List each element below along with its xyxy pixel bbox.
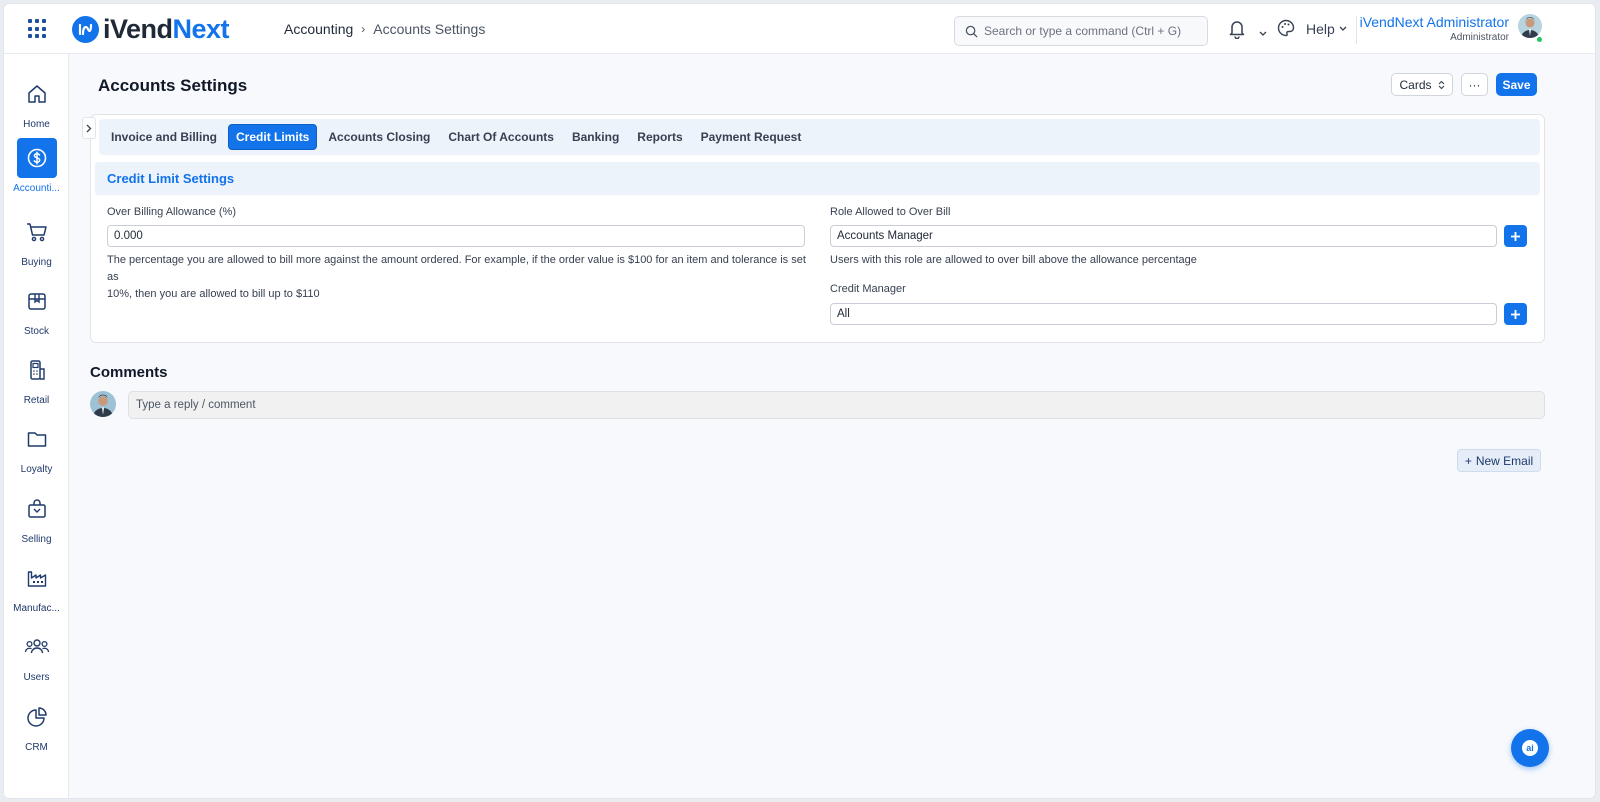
sidebar-item-selling[interactable]: Selling — [4, 489, 69, 545]
settings-tabs: Invoice and Billing Credit Limits Accoun… — [99, 119, 1540, 155]
section-title[interactable]: Credit Limit Settings — [95, 162, 1540, 195]
folder-icon — [17, 419, 57, 459]
comment-input[interactable] — [128, 391, 1545, 419]
breadcrumb: Accounting › Accounts Settings — [284, 21, 485, 37]
dollar-icon — [16, 138, 57, 178]
credit-manager-input[interactable] — [830, 303, 1497, 325]
add-credit-manager-button[interactable] — [1504, 303, 1527, 325]
sidebar-item-users[interactable]: Users — [4, 627, 69, 683]
user-menu[interactable]: iVendNext Administrator Administrator — [1360, 14, 1509, 43]
avatar[interactable] — [1518, 14, 1542, 38]
tab-chart-of-accounts[interactable]: Chart Of Accounts — [441, 125, 561, 149]
tab-accounts-closing[interactable]: Accounts Closing — [321, 125, 437, 149]
avatar — [90, 391, 116, 417]
notifications-chevron-down-icon[interactable] — [1259, 24, 1267, 42]
role-over-bill-label: Role Allowed to Over Bill — [830, 206, 951, 218]
tab-payment-request[interactable]: Payment Request — [694, 125, 809, 149]
cards-label: Cards — [1399, 77, 1432, 92]
tab-reports[interactable]: Reports — [630, 125, 689, 149]
over-billing-description: The percentage you are allowed to bill m… — [107, 252, 807, 303]
cart-icon — [17, 212, 57, 252]
more-actions-button[interactable]: ··· — [1461, 73, 1488, 96]
tab-invoice-and-billing[interactable]: Invoice and Billing — [104, 125, 224, 149]
sidebar-item-label: Accounti... — [13, 183, 60, 194]
breadcrumb-parent[interactable]: Accounting — [284, 21, 353, 37]
tab-credit-limits[interactable]: Credit Limits — [228, 124, 318, 150]
breadcrumb-current[interactable]: Accounts Settings — [373, 21, 485, 37]
sidebar-item-retail[interactable]: Retail — [4, 350, 69, 406]
sidebar: Home Accounti... Buying Stock Retail Loy… — [4, 54, 69, 798]
sidebar-item-loyalty[interactable]: Loyalty — [4, 419, 69, 475]
over-billing-description-line1: The percentage you are allowed to bill m… — [107, 254, 806, 283]
sidebar-item-label: Loyalty — [20, 464, 53, 475]
plus-icon — [1511, 309, 1520, 319]
sidebar-item-label: Manufac... — [13, 603, 60, 614]
expand-sidebar-toggle[interactable] — [82, 117, 96, 139]
logo-mark-icon — [72, 15, 99, 43]
app-window: iVendNext Accounting › Accounts Settings… — [3, 3, 1596, 799]
comments-title: Comments — [90, 364, 168, 381]
over-billing-input[interactable] — [107, 225, 805, 247]
ai-icon: ai — [1522, 740, 1538, 756]
ai-assistant-button[interactable]: ai — [1511, 729, 1549, 767]
chevron-right-icon — [86, 124, 92, 132]
new-email-label: New Email — [1475, 453, 1534, 468]
sidebar-item-stock[interactable]: Stock — [4, 281, 69, 337]
role-over-bill-input[interactable] — [830, 225, 1497, 247]
pos-icon — [17, 350, 57, 390]
user-role: Administrator — [1450, 32, 1509, 43]
sidebar-item-manufacturing[interactable]: Manufac... — [4, 558, 69, 614]
credit-manager-label: Credit Manager — [830, 283, 906, 295]
sidebar-item-label: Home — [23, 119, 50, 130]
plus-icon — [1511, 231, 1520, 241]
sidebar-item-accounting[interactable]: Accounti... — [4, 138, 69, 194]
sort-updown-icon — [1438, 80, 1444, 89]
sidebar-item-crm[interactable]: CRM — [4, 697, 69, 753]
search-box[interactable] — [954, 16, 1208, 46]
new-email-button[interactable]: + New Email — [1457, 449, 1541, 472]
app-logo[interactable]: iVendNext — [72, 13, 230, 45]
plus-icon: + — [1464, 453, 1472, 468]
pie-chart-icon — [17, 697, 57, 737]
save-button[interactable]: Save — [1496, 73, 1537, 96]
tab-banking[interactable]: Banking — [565, 125, 626, 149]
sidebar-item-label: Users — [23, 672, 50, 683]
sidebar-item-label: CRM — [25, 742, 48, 753]
help-menu[interactable]: Help — [1306, 21, 1347, 37]
help-chevron-down-icon — [1339, 26, 1347, 31]
user-name: iVendNext Administrator — [1359, 14, 1509, 30]
search-icon — [965, 25, 978, 38]
home-icon — [17, 74, 57, 114]
page-title: Accounts Settings — [98, 76, 248, 95]
logo-text-part1: iVend — [103, 13, 173, 44]
sidebar-item-home[interactable]: Home — [4, 74, 69, 130]
logo-text: iVendNext — [103, 13, 230, 45]
bell-icon[interactable] — [1228, 19, 1246, 44]
over-billing-description-line2: 10%, then you are allowed to bill up to … — [107, 288, 320, 300]
sidebar-item-label: Stock — [23, 326, 49, 337]
shopping-bag-icon — [17, 489, 57, 529]
search-input[interactable] — [984, 24, 1184, 38]
logo-text-part2: Next — [172, 13, 230, 44]
factory-icon — [17, 558, 57, 598]
box-icon — [17, 281, 57, 321]
top-bar: iVendNext Accounting › Accounts Settings… — [4, 4, 1595, 54]
cards-view-select[interactable]: Cards — [1391, 73, 1453, 96]
palette-icon[interactable] — [1277, 19, 1295, 42]
over-billing-label: Over Billing Allowance (%) — [107, 206, 236, 218]
sidebar-item-label: Selling — [21, 534, 52, 545]
sidebar-item-label: Retail — [23, 395, 50, 406]
app-grid-icon[interactable] — [28, 19, 48, 39]
sidebar-item-buying[interactable]: Buying — [4, 212, 69, 268]
chevron-right-icon: › — [361, 22, 366, 36]
header-divider — [1356, 16, 1357, 44]
online-status-dot — [1536, 36, 1543, 43]
users-icon — [17, 627, 57, 667]
sidebar-item-label: Buying — [21, 257, 52, 268]
add-role-button[interactable] — [1504, 225, 1527, 247]
help-label: Help — [1306, 21, 1335, 37]
role-over-bill-description: Users with this role are allowed to over… — [830, 254, 1197, 266]
